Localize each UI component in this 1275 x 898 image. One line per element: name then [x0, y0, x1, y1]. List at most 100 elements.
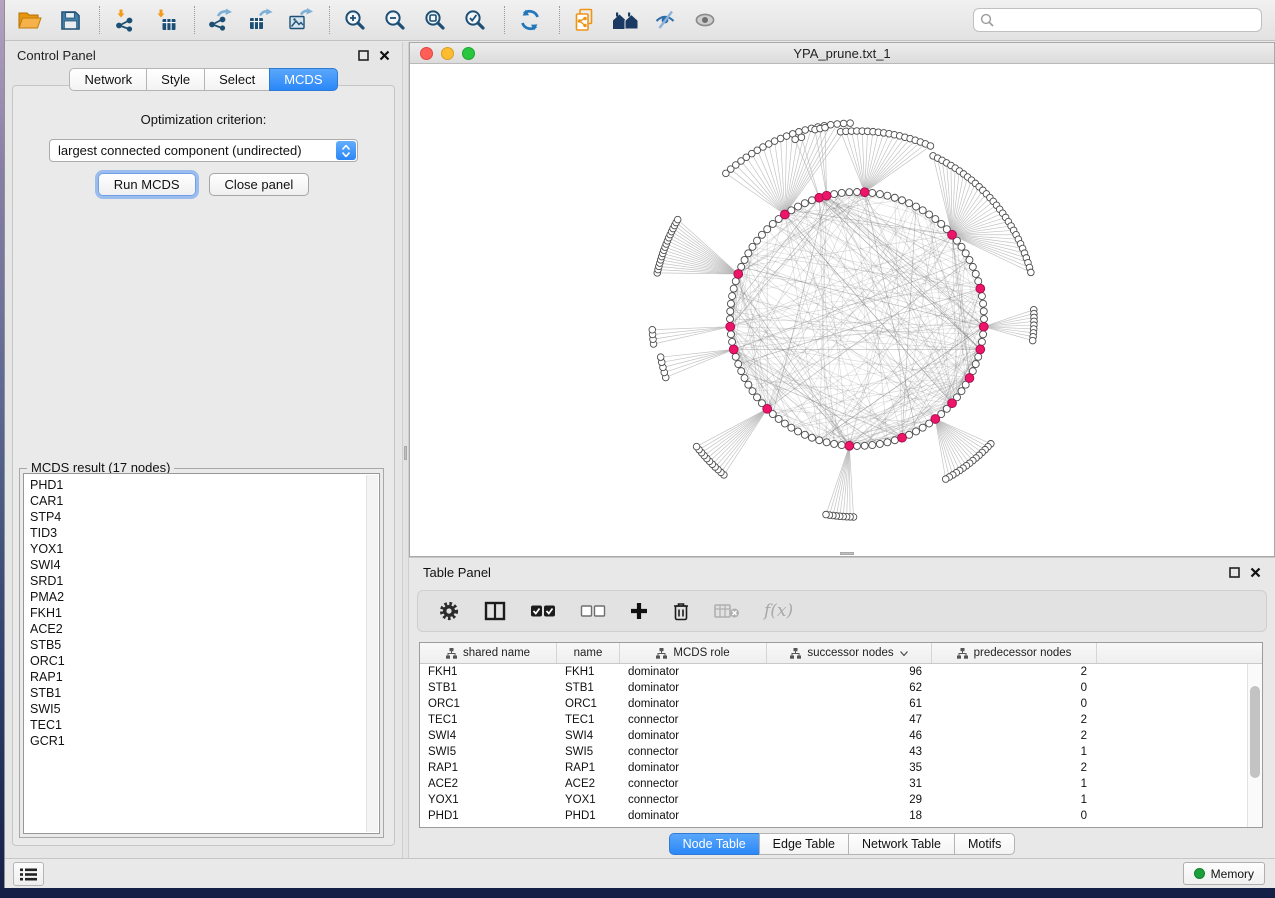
show-columns-icon[interactable] [484, 598, 506, 624]
first-neighbors-icon[interactable] [610, 6, 640, 34]
add-column-icon[interactable] [630, 598, 648, 624]
search-input[interactable] [999, 13, 1255, 27]
toolbar-separator [99, 6, 100, 34]
mcds-result-item[interactable]: SRD1 [24, 573, 379, 589]
table-cell: 46 [767, 730, 932, 742]
table-cell: dominator [620, 698, 767, 710]
mcds-result-item[interactable]: ACE2 [24, 621, 379, 637]
refresh-icon[interactable] [515, 6, 545, 34]
zoom-fit-icon[interactable] [420, 6, 450, 34]
tab-network-table[interactable]: Network Table [848, 833, 955, 855]
close-panel-button[interactable]: Close panel [209, 173, 310, 196]
memory-label: Memory [1211, 867, 1254, 881]
tab-mcds[interactable]: MCDS [269, 68, 337, 91]
mcds-result-item[interactable]: PMA2 [24, 589, 379, 605]
tab-edge-table[interactable]: Edge Table [759, 833, 849, 855]
criterion-dropdown[interactable]: largest connected component (undirected) [49, 139, 358, 162]
settings-gear-icon[interactable] [438, 598, 460, 624]
table-scrollbar-thumb[interactable] [1250, 686, 1260, 778]
splitter-grip[interactable] [404, 446, 407, 460]
table-cell: FKH1 [557, 666, 620, 678]
delete-column-icon[interactable] [672, 598, 690, 624]
export-image-icon[interactable] [285, 6, 315, 34]
close-panel-icon[interactable] [379, 50, 390, 61]
column-header-predecessor-nodes[interactable]: predecessor nodes [932, 643, 1097, 663]
mcds-result-item[interactable]: ORC1 [24, 653, 379, 669]
mcds-result-list[interactable]: PHD1CAR1STP4TID3YOX1SWI4SRD1PMA2FKH1ACE2… [23, 473, 380, 834]
table-cell: SWI4 [420, 730, 557, 742]
float-panel-icon[interactable] [358, 50, 369, 61]
table-row[interactable]: ACE2ACE2connector311 [420, 776, 1247, 792]
task-history-button[interactable] [13, 862, 44, 886]
zoom-selected-icon[interactable] [460, 6, 490, 34]
mcds-result-item[interactable]: SWI4 [24, 557, 379, 573]
zoom-in-icon[interactable] [340, 6, 370, 34]
memory-button[interactable]: Memory [1183, 862, 1265, 885]
column-header-successor-nodes[interactable]: successor nodes [767, 643, 932, 663]
tab-network[interactable]: Network [69, 68, 147, 91]
table-cell: dominator [620, 682, 767, 694]
horizontal-splitter-grip[interactable] [840, 552, 854, 555]
table-row[interactable]: ORC1ORC1dominator610 [420, 696, 1247, 712]
tab-style[interactable]: Style [146, 68, 205, 91]
export-table-icon[interactable] [245, 6, 275, 34]
table-cell: SWI5 [420, 746, 557, 758]
save-session-icon[interactable] [55, 6, 85, 34]
mcds-result-item[interactable]: PHD1 [24, 477, 379, 493]
table-scrollbar[interactable] [1247, 664, 1262, 827]
table-row[interactable]: SWI5SWI5connector431 [420, 744, 1247, 760]
import-table-icon[interactable] [150, 6, 180, 34]
close-table-panel-icon[interactable] [1250, 567, 1261, 578]
mcds-result-item[interactable]: TEC1 [24, 717, 379, 733]
table-row[interactable]: TEC1TEC1connector472 [420, 712, 1247, 728]
mcds-result-item[interactable]: RAP1 [24, 669, 379, 685]
column-header-shared-name[interactable]: shared name [420, 643, 557, 663]
table-row[interactable]: YOX1YOX1connector291 [420, 792, 1247, 808]
table-row[interactable]: RAP1RAP1dominator352 [420, 760, 1247, 776]
mcds-result-item[interactable]: CAR1 [24, 493, 379, 509]
function-builder-icon: f(x) [764, 598, 793, 624]
mcds-result-group: MCDS result (17 nodes) PHD1CAR1STP4TID3Y… [19, 468, 384, 838]
mcds-result-item[interactable]: FKH1 [24, 605, 379, 621]
network-canvas[interactable] [410, 64, 1274, 556]
table-cell: 0 [932, 810, 1097, 822]
import-network-icon[interactable] [110, 6, 140, 34]
mcds-result-item[interactable]: STB1 [24, 685, 379, 701]
column-header-mcds-role[interactable]: MCDS role [620, 643, 767, 663]
table-cell: 0 [932, 698, 1097, 710]
run-mcds-button[interactable]: Run MCDS [98, 173, 196, 196]
mcds-result-item[interactable]: GCR1 [24, 733, 379, 749]
mcds-result-item[interactable]: TID3 [24, 525, 379, 541]
hide-selected-icon[interactable] [650, 6, 680, 34]
zoom-out-icon[interactable] [380, 6, 410, 34]
tab-select[interactable]: Select [204, 68, 270, 91]
export-network-icon[interactable] [205, 6, 235, 34]
network-snapshot-icon[interactable] [570, 6, 600, 34]
tab-node-table[interactable]: Node Table [669, 833, 760, 855]
show-all-icon[interactable] [690, 6, 720, 34]
table-cell: 96 [767, 666, 932, 678]
select-all-checkboxes-icon[interactable] [530, 598, 556, 624]
column-header-name[interactable]: name [557, 643, 620, 663]
float-table-panel-icon[interactable] [1229, 567, 1240, 578]
table-row[interactable]: FKH1FKH1dominator962 [420, 664, 1247, 680]
criterion-value: largest connected component (undirected) [58, 143, 302, 158]
table-row[interactable]: SWI4SWI4dominator462 [420, 728, 1247, 744]
table-row[interactable]: PHD1PHD1dominator180 [420, 808, 1247, 824]
result-list-scrollbar[interactable] [366, 475, 378, 832]
list-icon [20, 868, 37, 881]
table-cell: ORC1 [420, 698, 557, 710]
tab-motifs[interactable]: Motifs [954, 833, 1015, 855]
vertical-splitter[interactable] [402, 42, 409, 858]
search-field[interactable] [973, 8, 1262, 32]
table-row[interactable]: STB1STB1dominator620 [420, 680, 1247, 696]
network-window-titlebar[interactable]: YPA_prune.txt_1 [410, 43, 1274, 64]
open-file-icon[interactable] [15, 6, 45, 34]
table-cell: 61 [767, 698, 932, 710]
mcds-result-item[interactable]: SWI5 [24, 701, 379, 717]
mcds-result-item[interactable]: YOX1 [24, 541, 379, 557]
mcds-result-item[interactable]: STB5 [24, 637, 379, 653]
unselect-all-checkboxes-icon[interactable] [580, 598, 606, 624]
mcds-result-item[interactable]: STP4 [24, 509, 379, 525]
table-cell: dominator [620, 730, 767, 742]
